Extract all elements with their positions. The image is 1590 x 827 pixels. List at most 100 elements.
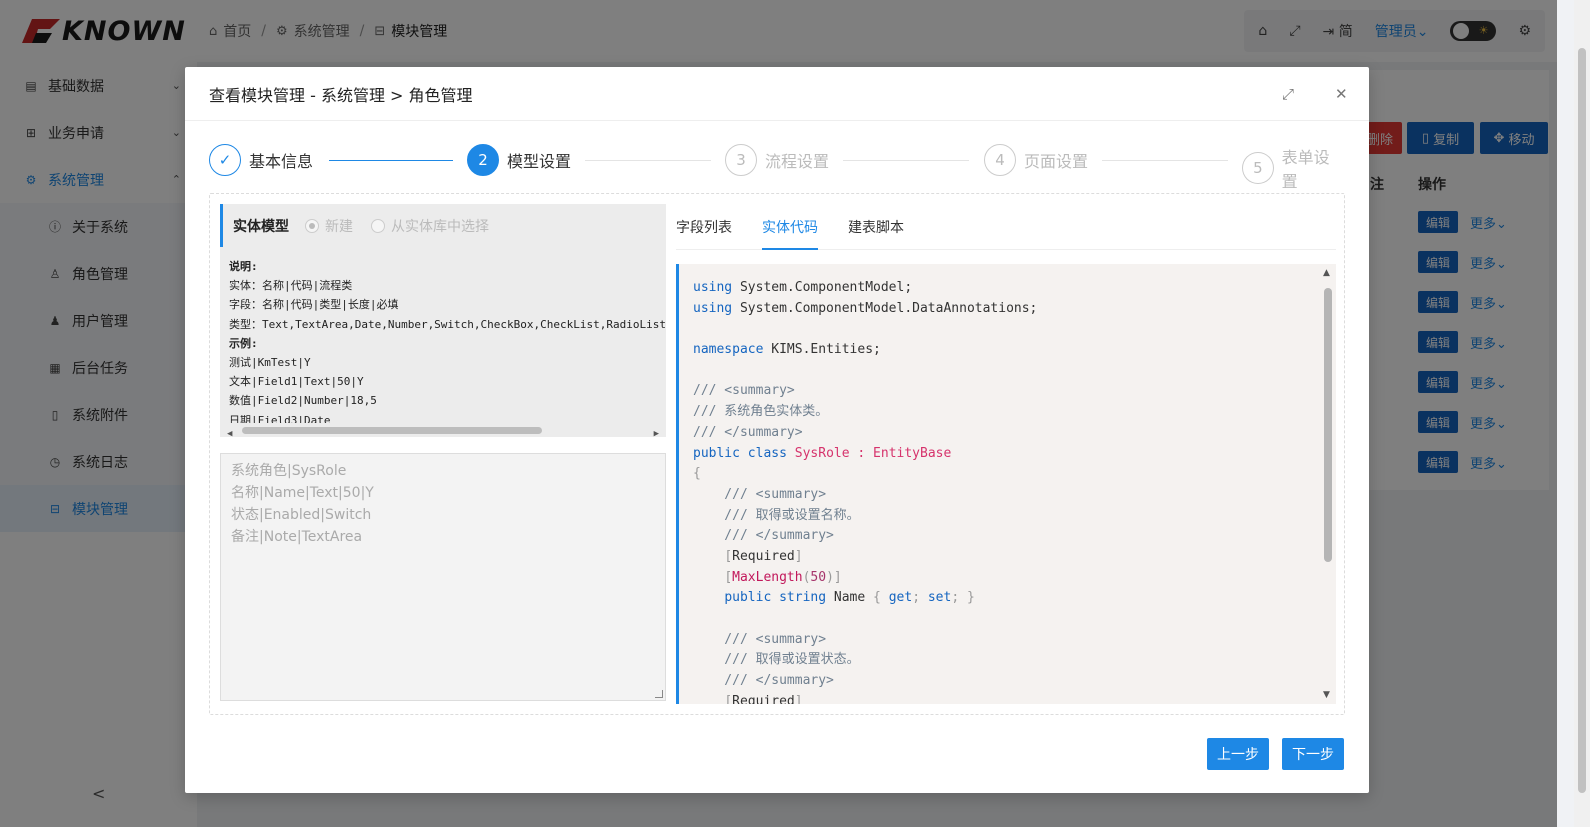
code-line: [Required] xyxy=(693,692,1336,704)
code-token: public xyxy=(724,590,772,606)
scroll-left-icon[interactable]: ◀ xyxy=(227,425,232,437)
code-token: Name xyxy=(826,590,874,606)
scroll-up-icon[interactable]: ▲ xyxy=(1323,268,1330,278)
entity-model-pane: 实体模型 新建 从实体库中选择 说明: 实体：名称|代码|流程类 字段：名称|代… xyxy=(220,204,666,704)
code-block: using System.ComponentModel; using System… xyxy=(679,264,1336,704)
entity-model-header: 实体模型 新建 从实体库中选择 xyxy=(220,204,666,247)
step-number: 2 xyxy=(467,144,499,176)
code-token: KIMS.Entities; xyxy=(763,342,881,358)
check-icon: ✓ xyxy=(209,144,241,176)
help-description: 说明: 实体：名称|代码|流程类 字段：名称|代码|类型|长度|必填 类型：Te… xyxy=(220,247,666,437)
step-label: 模型设置 xyxy=(507,152,572,171)
code-line: /// <summary> xyxy=(693,486,827,502)
step-label: 表单设置 xyxy=(1281,148,1330,191)
code-line: /// </summary> xyxy=(693,424,803,440)
entity-code-viewer: using System.ComponentModel; using System… xyxy=(676,264,1336,704)
step-flow-settings[interactable]: 3 流程设置 xyxy=(725,144,829,176)
close-icon[interactable]: ✕ xyxy=(1335,85,1348,103)
code-token: class xyxy=(747,445,787,461)
textarea-line: 系统角色|SysRole xyxy=(231,463,347,479)
step-number: 5 xyxy=(1242,152,1274,184)
wizard-steps: ✓ 基本信息 2 模型设置 3 流程设置 4 页面设置 5 表单设置 xyxy=(209,144,1345,191)
code-line: /// </summary> xyxy=(693,528,834,544)
help-horizontal-scrollbar[interactable]: ◀ ▶ xyxy=(220,423,666,437)
code-vertical-scrollbar[interactable]: ▲ ▼ xyxy=(1320,264,1336,704)
dialog-header: 查看模块管理 - 系统管理 > 角色管理 xyxy=(185,67,1369,121)
code-line: [MaxLength(50)] xyxy=(724,569,842,585)
code-line: { xyxy=(693,466,701,482)
help-line: 测试|KmTest|Y xyxy=(229,356,311,370)
textarea-line: 名称|Name|Text|50|Y xyxy=(231,485,374,501)
code-line: /// 取得或设置状态。 xyxy=(693,652,860,668)
code-token: System.ComponentModel.DataAnnotations; xyxy=(732,300,1038,316)
code-line: public string Name { get; set; } xyxy=(724,590,975,606)
step-connector xyxy=(329,160,453,161)
code-token: Required xyxy=(732,548,795,564)
step-model-settings[interactable]: 2 模型设置 xyxy=(467,144,571,176)
radio-dot xyxy=(305,218,319,233)
textarea-line: 备注|Note|TextArea xyxy=(231,529,363,545)
entity-code-pane: 字段列表 实体代码 建表脚本 using System.ComponentMod… xyxy=(676,204,1336,704)
view-module-dialog: 查看模块管理 - 系统管理 > 角色管理 ⤢ ✕ ✓ 基本信息 2 模型设置 3… xyxy=(185,67,1369,793)
radio-dot xyxy=(371,218,385,233)
step-number: 3 xyxy=(725,144,757,176)
radio-select-from-library[interactable]: 从实体库中选择 xyxy=(371,216,489,236)
code-token: Required xyxy=(732,693,795,704)
code-token: set xyxy=(927,590,952,606)
tab-entity-code[interactable]: 实体代码 xyxy=(762,217,818,250)
scroll-thumb[interactable] xyxy=(242,427,542,434)
tab-field-list[interactable]: 字段列表 xyxy=(676,217,732,249)
maximize-icon[interactable]: ⤢ xyxy=(1282,85,1294,103)
help-line: 类型：Text,TextArea,Date,Number,Switch,Chec… xyxy=(229,317,666,331)
textarea-line: 状态|Enabled|Switch xyxy=(231,507,372,523)
help-line: 说明: xyxy=(229,260,258,273)
code-token: System.ComponentModel; xyxy=(732,280,913,295)
code-token: EntityBase xyxy=(873,445,952,461)
code-line: [Required] xyxy=(724,548,803,564)
code-token: string xyxy=(779,590,827,606)
entity-model-title: 实体模型 xyxy=(233,218,289,235)
code-token: using xyxy=(693,300,733,316)
help-line: 文本|Field1|Text|50|Y xyxy=(229,375,364,389)
code-line: /// </summary> xyxy=(693,673,834,689)
model-work-area: 实体模型 新建 从实体库中选择 说明: 实体：名称|代码|流程类 字段：名称|代… xyxy=(209,193,1345,715)
help-line: 实体：名称|代码|流程类 xyxy=(229,279,353,293)
step-connector xyxy=(1102,160,1228,161)
code-line: using System.ComponentModel; xyxy=(693,278,1336,299)
step-label: 流程设置 xyxy=(765,152,830,171)
tab-create-table-script[interactable]: 建表脚本 xyxy=(848,217,904,249)
step-page-settings[interactable]: 4 页面设置 xyxy=(984,144,1088,176)
code-line: /// <summary> xyxy=(693,383,795,399)
step-label: 页面设置 xyxy=(1024,152,1089,171)
code-line: public class SysRole : EntityBase xyxy=(693,444,1336,465)
entity-definition-textarea[interactable]: 系统角色|SysRole 名称|Name|Text|50|Y 状态|Enable… xyxy=(220,453,666,701)
code-token: using xyxy=(693,280,733,295)
scroll-thumb[interactable] xyxy=(1324,288,1332,562)
code-token: get xyxy=(888,590,913,606)
code-line: /// 取得或设置名称。 xyxy=(693,507,860,523)
step-connector xyxy=(843,160,969,161)
page-scrollbar-thumb[interactable] xyxy=(1578,48,1586,793)
prev-step-button[interactable]: 上一步 xyxy=(1207,738,1269,770)
radio-select-label: 从实体库中选择 xyxy=(391,218,489,235)
step-form-settings[interactable]: 5 表单设置 xyxy=(1242,144,1345,192)
scroll-down-icon[interactable]: ▼ xyxy=(1323,690,1330,700)
next-step-button[interactable]: 下一步 xyxy=(1282,738,1344,770)
code-tabs: 字段列表 实体代码 建表脚本 xyxy=(676,204,1336,250)
resize-handle-icon[interactable] xyxy=(655,690,663,698)
code-token: MaxLength xyxy=(732,569,803,585)
radio-new-label: 新建 xyxy=(325,218,353,235)
code-token: public xyxy=(693,445,740,461)
step-basic-info[interactable]: ✓ 基本信息 xyxy=(209,144,313,176)
radio-new[interactable]: 新建 xyxy=(305,216,353,236)
scroll-right-icon[interactable]: ▶ xyxy=(654,425,659,437)
code-line: using System.ComponentModel.DataAnnotati… xyxy=(693,299,1336,320)
code-token: : xyxy=(849,445,874,461)
page-scrollbar[interactable] xyxy=(1574,0,1590,827)
code-token: 50 xyxy=(810,569,827,585)
code-token: namespace xyxy=(693,342,764,358)
help-line: 字段：名称|代码|类型|长度|必填 xyxy=(229,298,399,312)
